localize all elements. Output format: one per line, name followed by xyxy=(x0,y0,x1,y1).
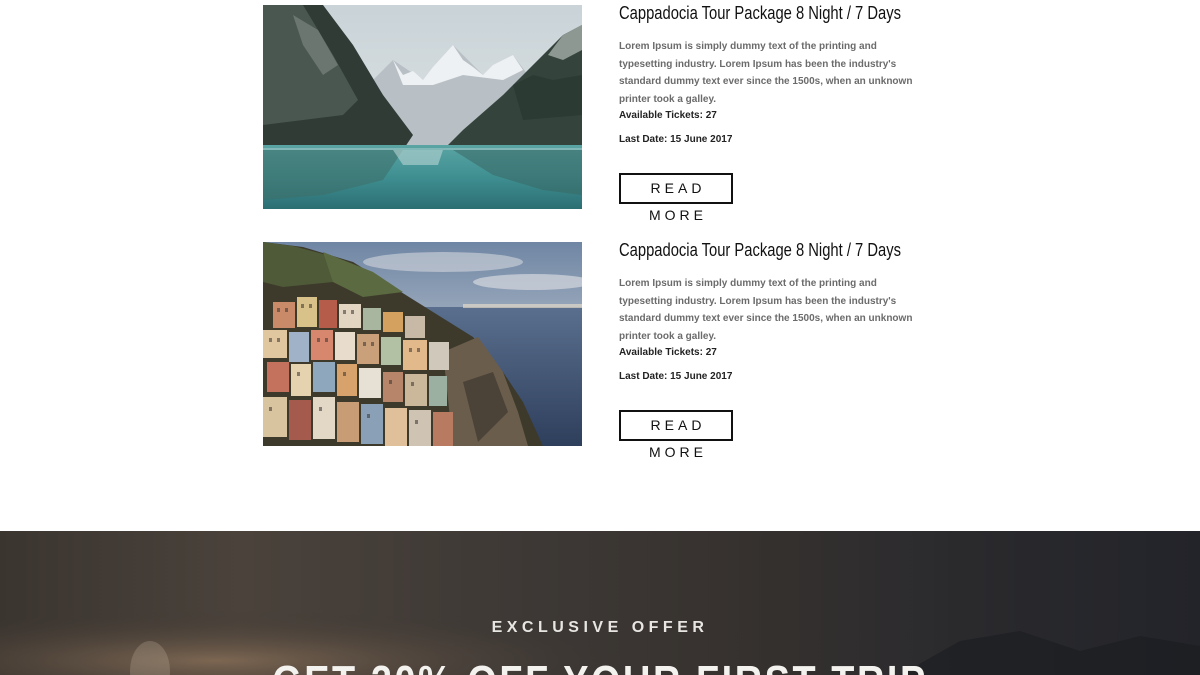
coastal-village-photo xyxy=(263,242,582,446)
available-tickets: Available Tickets: 27 xyxy=(619,110,717,121)
last-date: Last Date: 15 June 2017 xyxy=(619,134,733,145)
tour-card: Cappadocia Tour Package 8 Night / 7 Days… xyxy=(263,241,943,460)
tour-image-lake[interactable] xyxy=(263,5,582,209)
tour-body: Cappadocia Tour Package 8 Night / 7 Days… xyxy=(619,4,943,223)
read-more-button[interactable]: READ MORE xyxy=(619,173,733,223)
tour-title[interactable]: Cappadocia Tour Package 8 Night / 7 Days xyxy=(619,241,901,259)
exclusive-offer-banner: EXCLUSIVE OFFER GET 20% OFF YOUR FIRST T… xyxy=(0,531,1200,675)
tour-description: Lorem Ipsum is simply dummy text of the … xyxy=(619,278,913,342)
offer-background-photo xyxy=(0,531,1200,675)
tour-description: Lorem Ipsum is simply dummy text of the … xyxy=(619,41,913,105)
available-tickets: Available Tickets: 27 xyxy=(619,347,717,358)
page: Cappadocia Tour Package 8 Night / 7 Days… xyxy=(0,0,1200,675)
offer-headline: GET 20% OFF YOUR FIRST TRIP xyxy=(84,657,1116,675)
last-date: Last Date: 15 June 2017 xyxy=(619,371,733,382)
offer-label: EXCLUSIVE OFFER xyxy=(491,619,709,636)
tour-card: Cappadocia Tour Package 8 Night / 7 Days… xyxy=(263,4,943,223)
lake-mountains-photo xyxy=(263,5,582,209)
tour-title[interactable]: Cappadocia Tour Package 8 Night / 7 Days xyxy=(619,4,901,22)
tour-body: Cappadocia Tour Package 8 Night / 7 Days… xyxy=(619,241,943,460)
tour-image-coastal-village[interactable] xyxy=(263,242,582,446)
read-more-button[interactable]: READ MORE xyxy=(619,410,733,460)
